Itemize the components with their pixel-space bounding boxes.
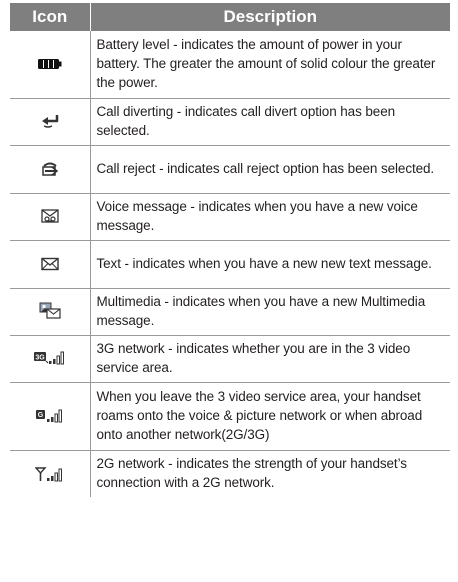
description-text: Battery level - indicates the amount of … bbox=[90, 31, 450, 99]
description-text: 2G network - indicates the strength of y… bbox=[96, 455, 407, 490]
voice-message-icon bbox=[41, 209, 59, 223]
svg-text:3G: 3G bbox=[35, 355, 45, 362]
battery-level-icon bbox=[37, 59, 62, 70]
svg-text:G: G bbox=[38, 412, 44, 419]
description-text: Call reject - indicates call reject opti… bbox=[90, 145, 450, 194]
table-row: 2G network - indicates the strength of y… bbox=[10, 450, 450, 497]
table-row: Battery level - indicates the amount of … bbox=[10, 31, 450, 99]
description-text: When you leave the 3 video service area,… bbox=[90, 382, 450, 451]
call-reject-icon bbox=[42, 162, 58, 176]
description-text: Multimedia - indicates when you have a n… bbox=[90, 288, 450, 336]
call-divert-icon bbox=[41, 115, 58, 129]
description-text: Call diverting - indicates call divert o… bbox=[90, 98, 450, 146]
table-row: Call reject - indicates call reject opti… bbox=[10, 145, 450, 194]
table-row: Multimedia - indicates when you have a n… bbox=[10, 288, 450, 336]
3g-network-icon: 3G bbox=[33, 351, 64, 365]
description-column-header: Description bbox=[90, 3, 450, 31]
table-row: Text - indicates when you have a new new… bbox=[10, 240, 450, 289]
description-text: Voice message - indicates when you have … bbox=[90, 193, 450, 241]
icon-column-header: Icon bbox=[10, 3, 91, 31]
table-row: Voice message - indicates when you have … bbox=[10, 193, 450, 241]
description-text: 3G network - indicates whether you are i… bbox=[90, 335, 450, 383]
multimedia-message-icon bbox=[39, 302, 61, 319]
2g-network-icon bbox=[34, 466, 62, 482]
table-row: G When you leave the 3 video service are… bbox=[10, 382, 450, 451]
table-row: Call diverting - indicates call divert o… bbox=[10, 98, 450, 146]
icon-description-page: Icon Description Battery level - indicat… bbox=[0, 0, 458, 582]
text-message-icon bbox=[41, 257, 59, 270]
description-text: Text - indicates when you have a new new… bbox=[90, 240, 450, 289]
table-header-row: Icon Description bbox=[10, 3, 450, 31]
roaming-network-icon: G bbox=[35, 409, 62, 423]
table-row: 3G 3G network - indicates whether you ar… bbox=[10, 335, 450, 383]
icon-table: Icon Description Battery level - indicat… bbox=[10, 3, 450, 497]
